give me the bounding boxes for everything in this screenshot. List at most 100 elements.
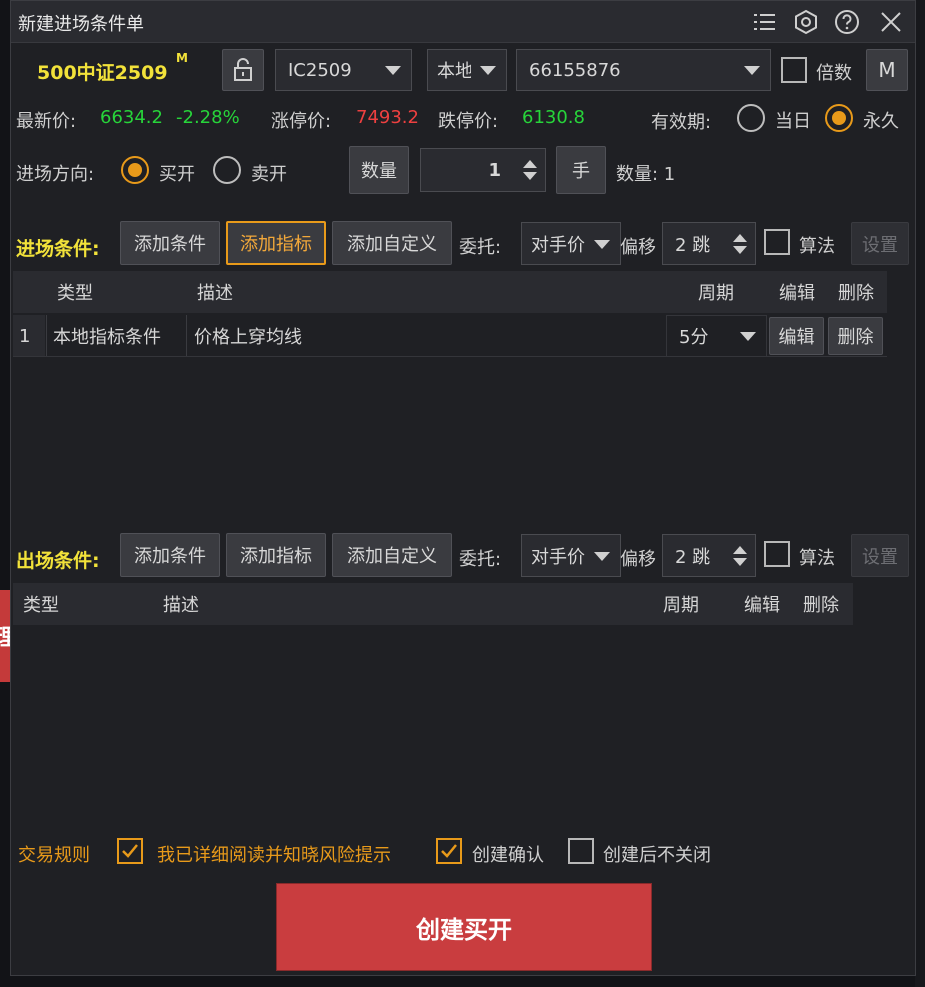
- row-type: 本地指标条件: [53, 327, 161, 348]
- row-period-select[interactable]: 5分: [666, 315, 767, 357]
- stepper-arrows-icon[interactable]: [733, 233, 747, 254]
- entry-col-edit: 编辑: [779, 283, 815, 304]
- exit-add-condition-button[interactable]: 添加条件: [120, 533, 220, 577]
- entry-settings-button[interactable]: 设置: [851, 222, 909, 265]
- quantity-button[interactable]: 数量: [349, 146, 409, 194]
- entry-order-label: 委托:: [459, 237, 502, 258]
- m-button[interactable]: M: [866, 49, 908, 91]
- chevron-down-icon: [594, 551, 610, 561]
- row-delete-button[interactable]: 删除: [828, 317, 883, 355]
- entry-col-desc: 描述: [197, 283, 233, 304]
- exit-algo-checkbox[interactable]: [764, 541, 790, 567]
- title-bar[interactable]: 新建进场条件单: [11, 1, 915, 43]
- list-icon[interactable]: [751, 9, 777, 35]
- exit-algo-label: 算法: [799, 548, 835, 569]
- exit-offset-stepper[interactable]: 2 跳: [662, 534, 756, 577]
- table-row[interactable]: 1 本地指标条件 价格上穿均线 5分 编辑 删除: [13, 315, 887, 357]
- row-period-value: 5分: [679, 327, 709, 348]
- contract-code-value: IC2509: [288, 59, 352, 81]
- exit-col-desc: 描述: [163, 595, 199, 616]
- source-value: 本地: [437, 61, 471, 82]
- exit-order-label: 委托:: [459, 549, 502, 570]
- contract-name: 500中证2509: [37, 62, 168, 84]
- entry-offset-stepper[interactable]: 2 跳: [662, 222, 756, 265]
- row-index: 1: [19, 325, 31, 347]
- new-entry-order-dialog: 新建进场条件单 500中证2509 M IC2509 本地 66155876 倍…: [10, 0, 916, 976]
- entry-algo-checkbox[interactable]: [764, 229, 790, 255]
- unit-button[interactable]: 手: [556, 146, 606, 194]
- chevron-down-icon: [480, 66, 496, 75]
- entry-table-header: 类型 描述 周期 编辑 删除: [13, 271, 887, 313]
- exit-offset-label: 偏移: [620, 549, 656, 570]
- change-percent: -2.28%: [176, 107, 240, 128]
- entry-order-type-select[interactable]: 对手价: [521, 222, 621, 265]
- contract-superscript: M: [176, 51, 188, 65]
- keep-open-checkbox[interactable]: [568, 838, 594, 864]
- chevron-down-icon: [385, 66, 401, 75]
- chevron-down-icon: [740, 332, 756, 341]
- exit-col-delete: 删除: [803, 595, 839, 616]
- exit-conditions-label: 出场条件:: [16, 550, 100, 572]
- limit-up-label: 涨停价:: [271, 111, 332, 132]
- validity-label: 有效期:: [651, 112, 712, 133]
- entry-col-type: 类型: [57, 283, 93, 304]
- exit-settings-button[interactable]: 设置: [851, 534, 909, 577]
- direction-label: 进场方向:: [16, 164, 95, 185]
- chevron-down-icon: [744, 66, 760, 75]
- entry-order-type-value: 对手价: [531, 234, 585, 256]
- entry-add-indicator-button[interactable]: 添加指标: [226, 221, 326, 265]
- last-price-label: 最新价:: [16, 111, 77, 132]
- entry-add-condition-button[interactable]: 添加条件: [120, 221, 220, 265]
- help-icon[interactable]: [834, 9, 860, 35]
- sell-open-radio[interactable]: [213, 156, 241, 184]
- dialog-title: 新建进场条件单: [18, 14, 144, 35]
- validity-today-radio[interactable]: [737, 104, 765, 132]
- source-select[interactable]: 本地: [427, 49, 507, 91]
- quantity-stepper[interactable]: 1: [420, 148, 546, 192]
- entry-offset-label: 偏移: [620, 237, 656, 258]
- contract-code-select[interactable]: IC2509: [275, 49, 412, 91]
- stepper-arrows-icon[interactable]: [523, 160, 537, 180]
- exit-offset-value: 2 跳: [675, 546, 711, 568]
- exit-order-type-value: 对手价: [531, 546, 585, 568]
- risk-ack-label: 我已详细阅读并知晓风险提示: [157, 845, 391, 866]
- entry-col-delete: 删除: [838, 283, 874, 304]
- quantity-summary: 数量: 1: [616, 164, 676, 185]
- chevron-down-icon: [594, 239, 610, 249]
- exit-col-type: 类型: [23, 595, 59, 616]
- entry-conditions-label: 进场条件:: [16, 238, 100, 260]
- stepper-arrows-icon[interactable]: [733, 545, 747, 566]
- risk-ack-checkbox[interactable]: [117, 838, 143, 864]
- create-confirm-checkbox[interactable]: [436, 838, 462, 864]
- limit-up-value: 7493.2: [356, 107, 419, 128]
- exit-table-header: 类型 描述 周期 编辑 删除: [13, 583, 853, 625]
- lock-button[interactable]: [222, 49, 264, 91]
- validity-forever-label: 永久: [863, 111, 899, 132]
- create-buy-open-button[interactable]: 创建买开: [276, 883, 652, 971]
- trading-rules-link[interactable]: 交易规则: [18, 841, 90, 867]
- exit-add-custom-button[interactable]: 添加自定义: [332, 533, 452, 577]
- exit-add-indicator-button[interactable]: 添加指标: [226, 533, 326, 577]
- exit-col-period: 周期: [663, 595, 699, 616]
- buy-open-label: 买开: [159, 164, 195, 185]
- check-icon: [119, 840, 141, 862]
- entry-add-custom-button[interactable]: 添加自定义: [332, 221, 452, 265]
- buy-open-radio[interactable]: [121, 156, 149, 184]
- close-icon[interactable]: [878, 9, 904, 35]
- account-select[interactable]: 66155876: [516, 49, 771, 91]
- limit-down-label: 跌停价:: [438, 111, 499, 132]
- settings-icon[interactable]: [793, 9, 819, 35]
- keep-open-label: 创建后不关闭: [603, 845, 711, 866]
- last-price-value: 6634.2: [100, 107, 163, 128]
- unlock-icon: [232, 57, 254, 83]
- validity-today-label: 当日: [775, 111, 811, 132]
- row-edit-button[interactable]: 编辑: [769, 317, 824, 355]
- multiplier-checkbox[interactable]: [781, 57, 807, 83]
- account-value: 66155876: [529, 59, 621, 81]
- exit-order-type-select[interactable]: 对手价: [521, 534, 621, 577]
- validity-forever-radio[interactable]: [825, 104, 853, 132]
- quantity-value: 1: [488, 159, 501, 181]
- entry-offset-value: 2 跳: [675, 234, 711, 256]
- create-confirm-label: 创建确认: [472, 845, 544, 866]
- background-right-edge: [915, 0, 925, 987]
